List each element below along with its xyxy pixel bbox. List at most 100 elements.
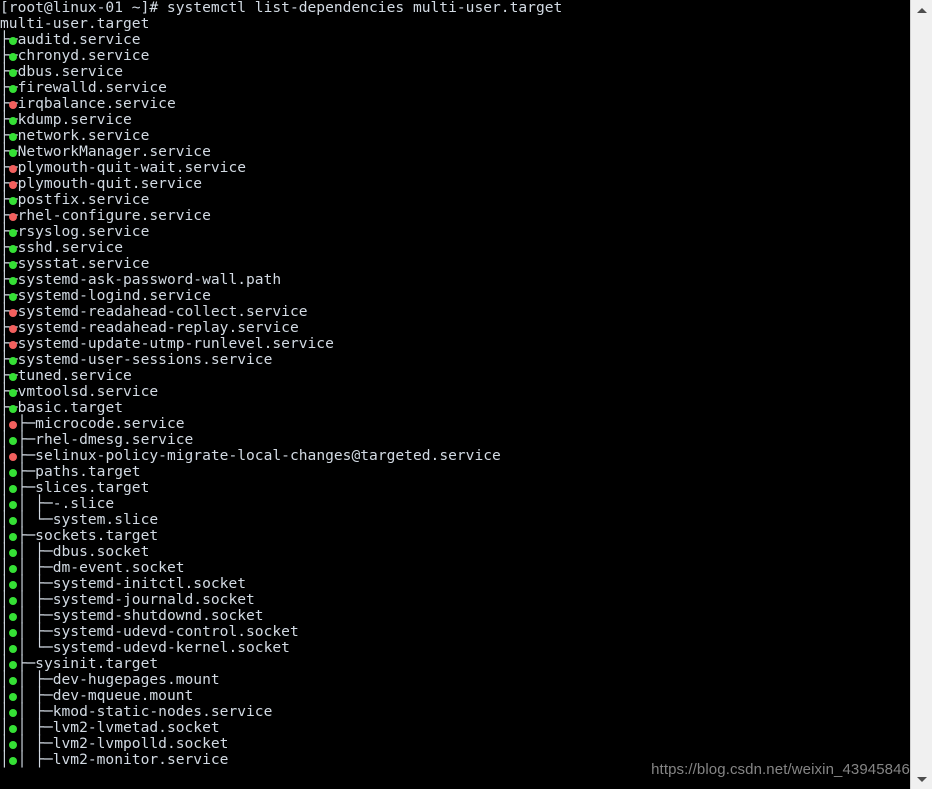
dependency-row: ├─rsyslog.service: [0, 224, 910, 240]
status-active-dot: [9, 709, 17, 717]
unit-label: kmod-static-nodes.service: [52, 703, 273, 720]
unit-label: systemd-readahead-replay.service: [17, 319, 299, 336]
tree-branch-glyph: │ ├─: [0, 479, 36, 496]
dependency-row: │ ├─selinux-policy-migrate-local-changes…: [0, 448, 910, 464]
tree-branch-glyph: │ │ ├─: [0, 575, 53, 592]
status-active-dot: [9, 69, 17, 77]
status-active-dot: [9, 725, 17, 733]
unit-label: slices.target: [35, 479, 150, 496]
unit-label: lvm2-monitor.service: [52, 751, 229, 768]
dependency-row: │ │ └─systemd-udevd-kernel.socket: [0, 640, 910, 656]
dependency-row: ├─firewalld.service: [0, 80, 910, 96]
unit-label: sshd.service: [17, 239, 124, 256]
dependency-row: │ ├─slices.target: [0, 480, 910, 496]
unit-label: rsyslog.service: [17, 223, 150, 240]
unit-label: systemd-readahead-collect.service: [17, 303, 308, 320]
unit-label: rhel-dmesg.service: [35, 431, 194, 448]
status-active-dot: [9, 485, 17, 493]
unit-label: systemd-udevd-control.socket: [52, 623, 299, 640]
status-inactive-dot: [9, 213, 17, 221]
tree-branch-glyph: │ ├─: [0, 431, 36, 448]
status-active-dot: [9, 677, 17, 685]
dependency-row: ├─systemd-readahead-replay.service: [0, 320, 910, 336]
unit-label: systemd-logind.service: [17, 287, 211, 304]
tree-branch-glyph: │ │ ├─: [0, 687, 53, 704]
status-active-dot: [9, 277, 17, 285]
dependency-row: ├─kdump.service: [0, 112, 910, 128]
vertical-scrollbar[interactable]: [910, 0, 932, 789]
dependency-row: ├─dbus.service: [0, 64, 910, 80]
unit-label: postfix.service: [17, 191, 150, 208]
status-active-dot: [9, 245, 17, 253]
status-inactive-dot: [9, 325, 17, 333]
unit-label: systemd-update-utmp-runlevel.service: [17, 335, 334, 352]
tree-branch-glyph: │ ├─: [0, 447, 36, 464]
tree-branch-glyph: │ │ ├─: [0, 607, 53, 624]
tree-branch-glyph: │ ├─: [0, 415, 36, 432]
status-active-dot: [9, 517, 17, 525]
unit-label: microcode.service: [35, 415, 185, 432]
status-inactive-dot: [9, 453, 17, 461]
unit-label: paths.target: [35, 463, 141, 480]
status-active-dot: [9, 645, 17, 653]
status-active-dot: [9, 357, 17, 365]
unit-label: multi-user.target: [0, 15, 150, 32]
unit-label: chronyd.service: [17, 47, 150, 64]
unit-label: dm-event.socket: [52, 559, 185, 576]
dependency-row: ├─sshd.service: [0, 240, 910, 256]
dependency-row: │ │ ├─-.slice: [0, 496, 910, 512]
unit-label: basic.target: [17, 399, 124, 416]
status-active-dot: [9, 117, 17, 125]
status-inactive-dot: [9, 165, 17, 173]
unit-label: systemd-ask-password-wall.path: [17, 271, 282, 288]
status-active-dot: [9, 133, 17, 141]
unit-label: sysstat.service: [17, 255, 150, 272]
unit-label: selinux-policy-migrate-local-changes@tar…: [35, 447, 501, 464]
unit-label: irqbalance.service: [17, 95, 176, 112]
status-active-dot: [9, 533, 17, 541]
terminal-output[interactable]: [root@linux-01 ~]# systemctl list-depend…: [0, 0, 910, 789]
dependency-row: │ ├─sockets.target: [0, 528, 910, 544]
status-active-dot: [9, 613, 17, 621]
scrollbar-track[interactable]: [911, 20, 932, 769]
dependency-row: │ ├─rhel-dmesg.service: [0, 432, 910, 448]
scroll-down-button[interactable]: [911, 769, 932, 789]
dependency-row: │ ├─microcode.service: [0, 416, 910, 432]
unit-label: system.slice: [52, 511, 159, 528]
dependency-row: │ │ ├─systemd-udevd-control.socket: [0, 624, 910, 640]
scroll-up-button[interactable]: [911, 0, 932, 20]
unit-label: dbus.service: [17, 63, 124, 80]
unit-label: lvm2-lvmetad.socket: [52, 719, 220, 736]
status-inactive-dot: [9, 421, 17, 429]
dependency-row: ├─vmtoolsd.service: [0, 384, 910, 400]
dependency-row: ├─systemd-readahead-collect.service: [0, 304, 910, 320]
tree-branch-glyph: │ │ ├─: [0, 751, 53, 768]
unit-label: systemd-shutdownd.socket: [52, 607, 264, 624]
dependency-row: ├─rhel-configure.service: [0, 208, 910, 224]
tree-branch-glyph: │ │ ├─: [0, 719, 53, 736]
status-active-dot: [9, 469, 17, 477]
dependency-row: │ │ ├─kmod-static-nodes.service: [0, 704, 910, 720]
tree-branch-glyph: │ │ ├─: [0, 495, 53, 512]
dependency-row: ├─plymouth-quit-wait.service: [0, 160, 910, 176]
status-active-dot: [9, 53, 17, 61]
tree-branch-glyph: │ │ ├─: [0, 703, 53, 720]
unit-label: dev-hugepages.mount: [52, 671, 220, 688]
unit-label: rhel-configure.service: [17, 207, 211, 224]
tree-branch-glyph: │ ├─: [0, 655, 36, 672]
status-active-dot: [9, 373, 17, 381]
chevron-down-icon: [916, 776, 927, 782]
dependency-row: │ │ └─system.slice: [0, 512, 910, 528]
unit-label: network.service: [17, 127, 150, 144]
unit-label: systemd-udevd-kernel.socket: [52, 639, 290, 656]
dependency-row: ├─chronyd.service: [0, 48, 910, 64]
terminal-line: multi-user.target: [0, 16, 910, 32]
tree-branch-glyph: │ │ └─: [0, 639, 53, 656]
status-inactive-dot: [9, 101, 17, 109]
dependency-row: │ │ ├─dev-mqueue.mount: [0, 688, 910, 704]
unit-label: plymouth-quit-wait.service: [17, 159, 247, 176]
status-active-dot: [9, 149, 17, 157]
dependency-row: ├─systemd-ask-password-wall.path: [0, 272, 910, 288]
dependency-row: │ │ ├─lvm2-monitor.service: [0, 752, 910, 768]
status-active-dot: [9, 293, 17, 301]
